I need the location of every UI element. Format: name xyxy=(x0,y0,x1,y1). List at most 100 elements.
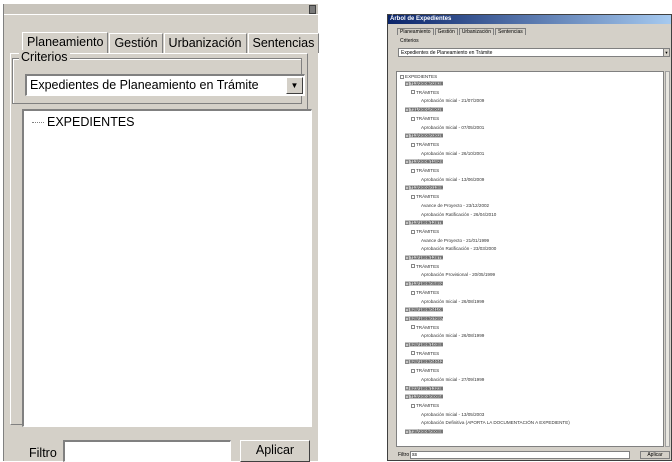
rw-tab-gestion[interactable]: Gestión xyxy=(434,28,458,35)
collapse-icon[interactable] xyxy=(411,290,415,295)
scrollbar-grip[interactable] xyxy=(309,5,316,14)
tree-node-label: 713/1999/12879 xyxy=(410,255,444,260)
tree-node-tramite[interactable]: Aprobación Ratificación - 26/04/2010 xyxy=(421,212,496,217)
collapse-icon[interactable] xyxy=(405,342,409,347)
tree-node-tramite[interactable]: Aprobación Provisional - 20/05/1999 xyxy=(421,272,495,277)
tree-node-tramites[interactable]: TRÁMITES xyxy=(411,264,439,269)
tree-node-tramite[interactable]: Aprobación Definitiva (APORTA LA DOCUMEN… xyxy=(421,420,570,425)
tree-node-expediente[interactable]: 828/1999/04042 xyxy=(405,359,444,365)
collapse-icon[interactable] xyxy=(411,351,415,356)
tree-node-tramite[interactable]: Aprobación Inicial - 26/08/1999 xyxy=(421,333,484,338)
collapse-icon[interactable] xyxy=(405,81,409,86)
collapse-icon[interactable] xyxy=(411,168,415,173)
tree-node-tramites[interactable]: TRÁMITES xyxy=(411,142,439,147)
tree-root-node[interactable]: EXPEDIENTES xyxy=(32,115,135,129)
tree-node-tramite[interactable]: Aprobación Inicial - 21/07/2009 xyxy=(421,98,484,103)
rw-tab-sentencias[interactable]: Sentencias xyxy=(495,28,526,35)
tree-node-label: Aprobación Inicial - 13/05/2003 xyxy=(421,411,485,417)
tree-node-label: Aprobación Definitiva (APORTA LA DOCUMEN… xyxy=(421,420,570,426)
tree-node-expediente[interactable]: 713/1999/12879 xyxy=(405,255,444,260)
tree-node-expediente[interactable]: 713/2008/11828 xyxy=(405,159,443,165)
filter-input[interactable] xyxy=(63,440,231,462)
tree-node-tramite[interactable]: Aprobación Inicial - 13/06/2009 xyxy=(421,177,484,182)
collapse-icon[interactable] xyxy=(411,194,415,199)
collapse-icon[interactable] xyxy=(405,107,409,112)
tree-node-tramite[interactable]: Avance de Proyecto - 23/12/2002 xyxy=(421,203,489,208)
criteria-select[interactable]: Expedientes de Planeamiento en Trámite ▼ xyxy=(25,74,305,96)
rw-tree-root[interactable]: EXPEDIENTES xyxy=(400,74,437,79)
apply-button[interactable]: Aplicar xyxy=(240,440,310,462)
collapse-icon[interactable] xyxy=(411,264,415,269)
rw-filter-input[interactable]: ss xyxy=(410,451,630,459)
collapse-icon[interactable] xyxy=(405,307,409,312)
tab-gestion[interactable]: Gestión xyxy=(109,33,163,53)
tree-node-expediente[interactable]: 735/2005/00088 xyxy=(405,429,444,434)
tree-node-label: 713/2000/03028 xyxy=(410,133,444,139)
rw-expedientes-tree[interactable]: EXPEDIENTES 713/2009/02838 TRÁMITES Aproba… xyxy=(396,71,664,447)
tree-node-tramites[interactable]: TRÁMITES xyxy=(411,325,439,330)
tree-node-label: Aprobación Ratificación - 23/03/2000 xyxy=(421,246,497,252)
tree-node-expediente[interactable]: 713/1999/12878 xyxy=(405,220,444,226)
collapse-icon[interactable] xyxy=(405,186,409,191)
rw-tab-planeamiento[interactable]: Planeamiento xyxy=(397,28,434,35)
tree-node-tramites[interactable]: TRÁMITES xyxy=(411,229,439,234)
collapse-icon[interactable] xyxy=(405,281,409,286)
collapse-icon[interactable] xyxy=(405,133,409,138)
tree-node-expediente[interactable]: 828/1999/04106 xyxy=(405,307,444,313)
chevron-down-icon[interactable]: ▼ xyxy=(663,49,669,56)
tree-node-tramite[interactable]: Avance de Proyecto - 21/01/1999 xyxy=(421,238,489,243)
tree-node-tramite[interactable]: Aprobación Inicial - 13/05/2003 xyxy=(421,412,484,417)
collapse-icon[interactable] xyxy=(405,220,409,225)
collapse-icon[interactable] xyxy=(411,325,415,330)
chevron-down-icon[interactable]: ▼ xyxy=(286,77,303,94)
tab-urbanizacion[interactable]: Urbanización xyxy=(163,33,247,53)
tree-node-tramite[interactable]: Aprobación Ratificación - 23/03/2000 xyxy=(421,246,496,251)
tree-node-expediente[interactable]: 713/2002/01389 xyxy=(405,185,444,191)
collapse-icon[interactable] xyxy=(405,394,409,399)
tree-node-label: 735/2005/00088 xyxy=(410,429,444,434)
collapse-icon[interactable] xyxy=(405,160,409,165)
tree-node-label: Aprobación Inicial - 26/08/1999 xyxy=(421,333,485,339)
tree-node-tramite[interactable]: Aprobación Inicial - 26/10/2001 xyxy=(421,151,484,156)
collapse-icon[interactable] xyxy=(411,403,415,408)
collapse-icon[interactable] xyxy=(405,316,409,321)
collapse-icon[interactable] xyxy=(411,142,415,147)
tree-node-expediente[interactable]: 828/1999/10388 xyxy=(405,342,444,347)
tree-node-tramite[interactable]: Aprobación Inicial - 07/05/2001 xyxy=(421,125,484,130)
tree-node-tramite[interactable]: Aprobación Inicial - 27/09/1999 xyxy=(421,377,484,382)
collapse-icon[interactable] xyxy=(411,368,415,373)
collapse-icon[interactable] xyxy=(405,429,409,434)
collapse-icon[interactable] xyxy=(405,255,409,260)
tree-node-tramites[interactable]: TRÁMITES xyxy=(411,368,439,373)
collapse-icon[interactable] xyxy=(405,360,409,365)
tree-node-tramites[interactable]: TRÁMITES xyxy=(411,116,439,121)
tree-node-tramites[interactable]: TRÁMITES xyxy=(411,403,439,408)
collapse-icon[interactable] xyxy=(411,229,415,234)
expedientes-tree[interactable]: EXPEDIENTES xyxy=(22,109,312,427)
collapse-icon[interactable] xyxy=(411,90,415,95)
tree-node-label: TRÁMITES xyxy=(416,402,440,408)
criteria-value: Expedientes de Planeamiento en Trámite xyxy=(30,78,259,92)
tree-node-tramite[interactable]: Aprobación Inicial - 26/08/1999 xyxy=(421,299,484,304)
collapse-icon[interactable] xyxy=(411,116,415,121)
tree-node-expediente[interactable]: 823/1999/13238 xyxy=(405,385,444,391)
tree-node-expediente[interactable]: 713/2003/00058 xyxy=(405,394,444,400)
vertical-scrollbar[interactable] xyxy=(665,71,670,447)
tree-node-tramites[interactable]: TRÁMITES xyxy=(411,194,439,199)
tree-node-tramites[interactable]: TRÁMITES xyxy=(411,290,439,295)
rw-apply-button[interactable]: Aplicar xyxy=(640,451,670,459)
tree-node-expediente[interactable]: 713/2009/02838 xyxy=(405,81,444,86)
tree-node-expediente[interactable]: 828/1999/07097 xyxy=(405,315,444,321)
tree-node-expediente[interactable]: 731/2001/09028 xyxy=(405,107,444,113)
tree-node-expediente[interactable]: 713/2000/03028 xyxy=(405,133,444,139)
tree-node-tramites[interactable]: TRÁMITES xyxy=(411,90,439,95)
rw-criteria-select[interactable]: Expedientes de Planeamiento en Trámite ▼ xyxy=(398,48,670,57)
tree-node-expediente[interactable]: 713/1999/05892 xyxy=(405,281,444,287)
collapse-icon[interactable] xyxy=(400,74,404,79)
tree-node-label: 731/2001/09028 xyxy=(410,107,444,113)
tab-sentencias[interactable]: Sentencias xyxy=(247,33,320,53)
collapse-icon[interactable] xyxy=(405,386,409,391)
rw-tab-urbanizacion[interactable]: Urbanización xyxy=(458,28,494,35)
tree-node-tramites[interactable]: TRÁMITES xyxy=(411,168,439,173)
tree-node-tramites[interactable]: TRÁMITES xyxy=(411,351,439,356)
